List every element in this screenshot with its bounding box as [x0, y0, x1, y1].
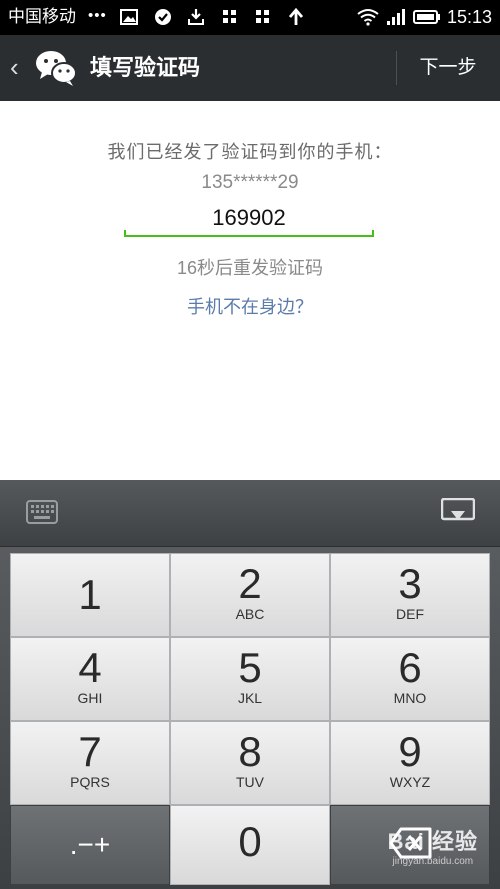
battery-icon: [413, 10, 440, 24]
wechat-logo-icon: [36, 51, 77, 86]
key-7[interactable]: 7 PQRS: [10, 721, 170, 805]
key-4[interactable]: 4 GHI: [10, 637, 170, 721]
watermark-brand: Bai 经验: [387, 829, 478, 854]
key-0[interactable]: 0: [170, 805, 330, 885]
image-icon: [120, 9, 138, 25]
clock: 15:13: [446, 7, 492, 27]
numeric-keyboard: 1 2 ABC 3 DEF 4 GHI 5 JKL 6 MNO 7 PQRS 8 TUV 9W…: [0, 480, 500, 889]
page-title: 填写验证码: [90, 55, 201, 80]
more-dots: •••: [88, 7, 107, 24]
carrier-name: 中国移动: [8, 7, 76, 26]
masked-phone-number: 135******29: [201, 172, 299, 193]
upload-arrow-icon: [288, 8, 304, 25]
key-digit: 9: [398, 728, 422, 775]
key-digit: 0: [238, 818, 262, 865]
key-digit: 7: [78, 728, 102, 775]
symbols-key[interactable]: .−+: [10, 805, 170, 885]
symbols-label: .−+: [69, 829, 111, 860]
title-bar: ‹ 填写验证码 下一步: [0, 35, 500, 101]
download-icon: [188, 9, 204, 25]
status-bar: 中国移动 ••• 15:13: [0, 0, 500, 35]
watermark-url: jingyan.baidu.com: [392, 856, 474, 867]
key-letters: ABC: [235, 606, 265, 622]
keypad: 1 2 ABC 3 DEF 4 GHI 5 JKL 6 MNO 7 PQRS 8 TUV 9W…: [10, 553, 490, 885]
wifi-icon: [357, 9, 379, 26]
key-3[interactable]: 3 DEF: [330, 553, 490, 637]
phone-not-nearby-link[interactable]: 手机不在身边？: [0, 293, 500, 319]
key-5[interactable]: 5 JKL: [170, 637, 330, 721]
key-letters: DEF: [396, 606, 424, 622]
sent-message: 我们已经发了验证码到你的手机：: [107, 142, 393, 162]
key-1[interactable]: 1: [10, 553, 170, 637]
key-letters: GHI: [77, 690, 103, 706]
key-letters: WXYZ: [389, 774, 431, 790]
key-digit: 5: [238, 644, 262, 691]
baidu-jingyan-watermark: Bai 经验 jingyan.baidu.com: [388, 824, 478, 867]
input-underline: [124, 230, 374, 237]
key-digit: 2: [238, 560, 262, 607]
key-digit: 3: [398, 560, 422, 607]
key-digit: 4: [78, 644, 102, 691]
keyboard-toolbar: [0, 480, 500, 547]
key-letters: JKL: [237, 690, 263, 706]
key-digit: 8: [238, 728, 262, 775]
key-letters: TUV: [236, 774, 264, 790]
keyboard-switch-icon[interactable]: [26, 500, 58, 524]
back-button[interactable]: ‹: [10, 53, 19, 81]
resend-countdown: 16秒后重发验证码: [176, 258, 324, 278]
key-letters: PQRS: [70, 774, 110, 790]
hide-keyboard-icon[interactable]: [441, 498, 475, 526]
key-letters: MNO: [393, 690, 427, 706]
key-8[interactable]: 8 TUV: [170, 721, 330, 805]
key-digit: 6: [398, 644, 422, 691]
grid-icon-2: [256, 10, 269, 23]
signal-icon: [387, 9, 405, 25]
next-step-button[interactable]: 下一步: [396, 53, 500, 83]
key-6[interactable]: 6 MNO: [330, 637, 490, 721]
check-icon: [155, 9, 171, 25]
key-digit: 1: [78, 571, 102, 618]
grid-icon: [223, 10, 236, 23]
key-9[interactable]: 9 WXYZ: [330, 721, 490, 805]
key-2[interactable]: 2 ABC: [170, 553, 330, 637]
verification-code-input[interactable]: [124, 201, 374, 235]
